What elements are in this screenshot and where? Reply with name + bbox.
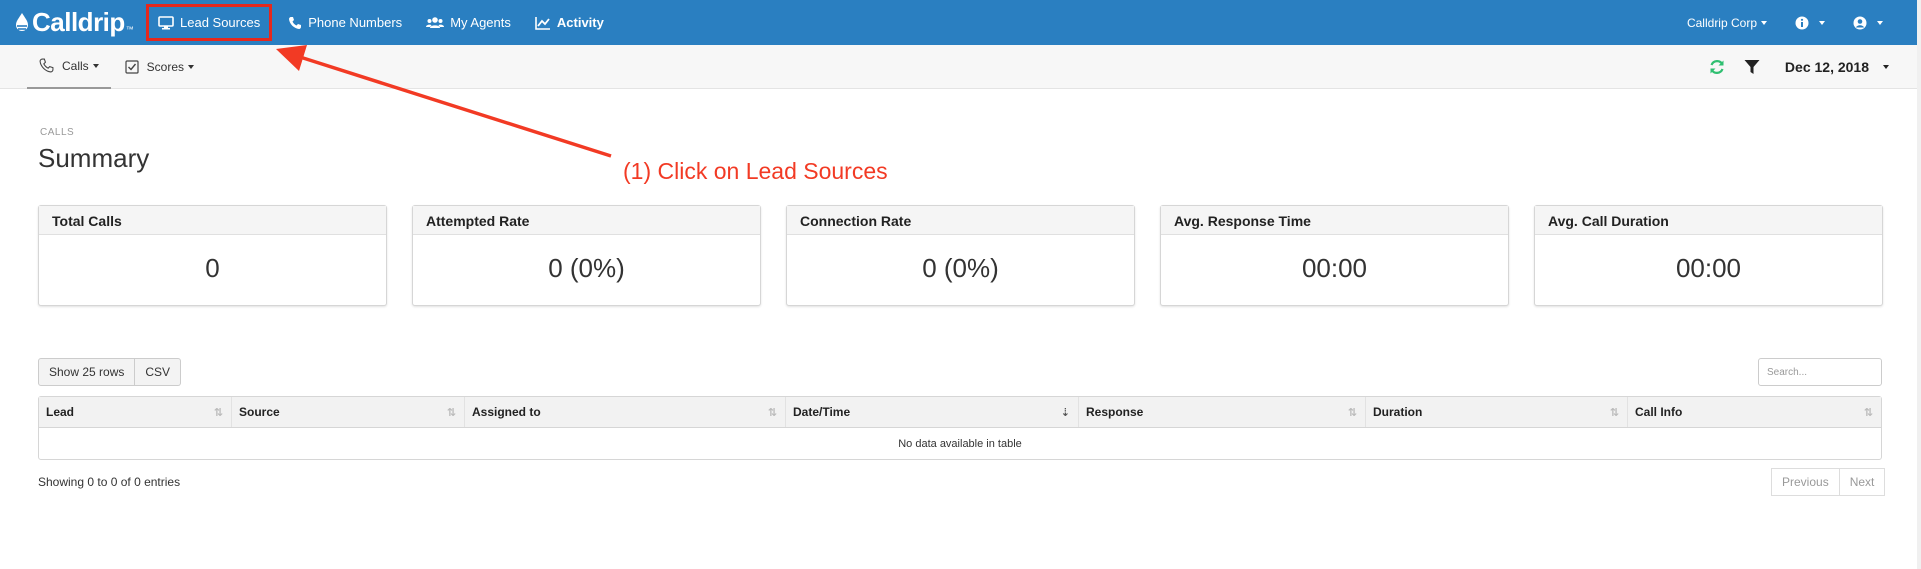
tab-scores[interactable]: Scores — [111, 45, 208, 89]
date-picker[interactable]: Dec 12, 2018 — [1785, 59, 1889, 75]
column-header-label: Lead — [46, 405, 75, 419]
user-circle-icon — [1853, 16, 1867, 29]
table-empty-message: No data available in table — [898, 437, 1022, 450]
sort-icon: ⇅ — [446, 407, 456, 419]
column-header-call-info[interactable]: Call Info ⇅ — [1628, 397, 1881, 427]
checkbox-icon — [125, 59, 139, 74]
nav-phone-numbers-label: Phone Numbers — [308, 15, 403, 30]
stat-card-avg-response-time: Avg. Response Time 00:00 — [1160, 205, 1509, 306]
refresh-icon — [1710, 59, 1724, 74]
user-menu[interactable] — [1839, 0, 1897, 45]
column-header-label: Date/Time — [793, 405, 851, 419]
table-body: No data available in table — [39, 428, 1881, 459]
date-picker-value: Dec 12, 2018 — [1784, 58, 1869, 75]
tab-scores-label: Scores — [146, 59, 185, 74]
chevron-down-icon — [1819, 20, 1825, 25]
previous-page-button[interactable]: Previous — [1771, 468, 1840, 496]
breadcrumb: CALLS — [40, 127, 75, 138]
stat-card-title: Total Calls — [39, 206, 386, 235]
sort-icon: ⇅ — [1609, 407, 1619, 419]
column-header-source[interactable]: Source ⇅ — [232, 397, 465, 427]
csv-export-button[interactable]: CSV — [135, 358, 182, 386]
nav-activity-label: Activity — [556, 15, 604, 30]
page-title: Summary — [38, 143, 150, 173]
nav-my-agents-label: My Agents — [450, 15, 511, 30]
stat-card-title: Avg. Response Time — [1161, 206, 1508, 235]
account-name: Calldrip Corp — [1686, 15, 1757, 30]
column-header-response[interactable]: Response ⇅ — [1079, 397, 1366, 427]
column-header-label: Assigned to — [472, 405, 541, 419]
stat-card-title: Attempted Rate — [413, 206, 760, 235]
pagination: Previous Next — [1771, 468, 1886, 496]
brand-trademark: ™ — [125, 25, 134, 34]
nav-activity[interactable]: Activity — [523, 0, 616, 45]
sort-icon: ⇅ — [1863, 407, 1873, 419]
stat-cards: Total Calls 0 Attempted Rate 0 (0%) Conn… — [38, 205, 1883, 306]
stat-card-avg-call-duration: Avg. Call Duration 00:00 — [1534, 205, 1883, 306]
table-buttons: Show 25 rows CSV — [38, 358, 182, 386]
chevron-down-icon — [1883, 64, 1889, 69]
column-header-date-time[interactable]: Date/Time ⇣ — [786, 397, 1079, 427]
monitor-icon — [158, 15, 174, 29]
chevron-down-icon — [92, 63, 99, 68]
stat-card-value: 0 — [205, 253, 220, 283]
chevron-down-icon — [1877, 20, 1883, 25]
refresh-button[interactable] — [1708, 58, 1726, 76]
stat-card-total-calls: Total Calls 0 — [38, 205, 387, 306]
info-dropdown[interactable] — [1781, 0, 1839, 45]
column-header-duration[interactable]: Duration ⇅ — [1366, 397, 1628, 427]
chevron-down-icon — [1761, 20, 1767, 25]
nav-phone-numbers[interactable]: Phone Numbers — [276, 0, 414, 45]
stat-card-value: 00:00 — [1301, 253, 1368, 283]
sort-icon: ⇅ — [1347, 407, 1357, 419]
column-header-label: Response — [1086, 405, 1144, 419]
column-header-label: Source — [239, 405, 280, 419]
column-header-assigned-to[interactable]: Assigned to ⇅ — [465, 397, 786, 427]
navbar-right: Calldrip Corp — [1673, 0, 1917, 45]
nav-lead-sources[interactable]: Lead Sources — [142, 0, 276, 45]
stat-card-value: 0 (0%) — [922, 253, 999, 283]
tab-calls-label: Calls — [62, 58, 89, 73]
filter-icon — [1744, 59, 1760, 74]
next-page-button[interactable]: Next — [1839, 468, 1886, 496]
brand-name: Calldrip — [32, 7, 125, 37]
show-rows-button[interactable]: Show 25 rows — [38, 358, 136, 386]
stat-card-value: 0 (0%) — [548, 253, 625, 283]
sub-navbar: Calls Scores Dec 12, 2018 — [0, 45, 1917, 89]
line-chart-icon — [535, 16, 550, 30]
column-header-label: Duration — [1373, 405, 1423, 419]
stat-card-title: Avg. Call Duration — [1535, 206, 1882, 235]
stat-card-title: Connection Rate — [787, 206, 1134, 235]
filter-button[interactable] — [1744, 59, 1760, 75]
column-header-label: Call Info — [1635, 405, 1683, 419]
nav-my-agents[interactable]: My Agents — [414, 0, 523, 45]
users-icon — [426, 16, 445, 28]
sort-icon: ⇅ — [213, 407, 223, 419]
column-header-lead[interactable]: Lead ⇅ — [39, 397, 232, 427]
sort-descending-icon: ⇣ — [1060, 407, 1070, 419]
window-edge — [1917, 0, 1921, 569]
sort-icon: ⇅ — [767, 407, 777, 419]
annotation-text: (1) Click on Lead Sources — [623, 158, 888, 184]
table-info: Showing 0 to 0 of 0 entries — [38, 475, 181, 489]
info-icon — [1795, 16, 1809, 29]
top-navbar: Calldrip ™ Lead Sources Phone Numbers My… — [0, 0, 1917, 45]
stat-card-value: 00:00 — [1675, 253, 1742, 283]
nav-lead-sources-label: Lead Sources — [180, 15, 261, 30]
phone-icon — [289, 16, 302, 29]
phone-outline-icon — [39, 58, 54, 73]
tab-calls[interactable]: Calls — [27, 45, 111, 89]
stat-card-connection-rate: Connection Rate 0 (0%) — [786, 205, 1135, 306]
account-dropdown[interactable]: Calldrip Corp — [1673, 0, 1781, 45]
droplet-icon — [16, 12, 28, 31]
calldrip-logo[interactable]: Calldrip ™ — [0, 7, 142, 38]
table-search-input[interactable] — [1758, 358, 1882, 386]
stat-card-attempted-rate: Attempted Rate 0 (0%) — [412, 205, 761, 306]
calls-table: Lead ⇅ Source ⇅ Assigned to ⇅ Date/Time … — [38, 396, 1882, 460]
chevron-down-icon — [188, 64, 195, 69]
table-header-row: Lead ⇅ Source ⇅ Assigned to ⇅ Date/Time … — [39, 397, 1881, 428]
subnav-tools: Dec 12, 2018 — [1699, 45, 1917, 89]
